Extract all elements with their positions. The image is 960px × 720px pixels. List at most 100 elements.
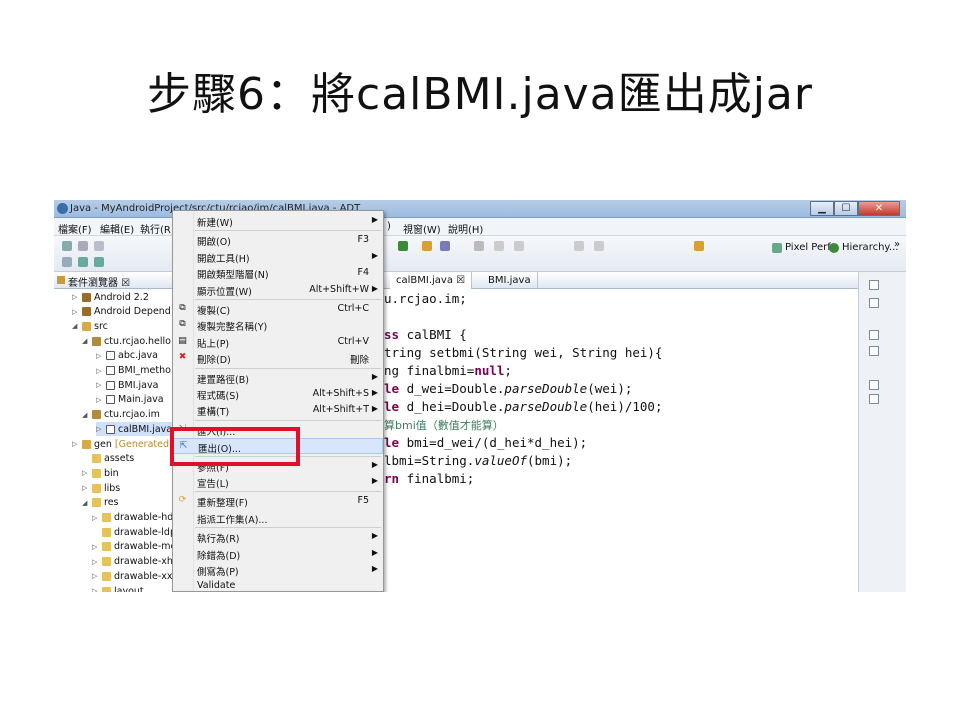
tree-expander-icon[interactable]: ▷ [82, 484, 89, 492]
console-icon[interactable] [869, 394, 879, 404]
tree-item[interactable]: ▷ abc.java [96, 349, 158, 363]
menu-item[interactable]: 開啟(O) F3 [173, 232, 383, 248]
tree-item[interactable]: assets [82, 452, 134, 466]
tree-expander-icon[interactable]: ▷ [72, 308, 79, 316]
new-icon[interactable] [62, 241, 72, 251]
format-icon[interactable] [514, 241, 524, 251]
menu-item[interactable]: ✖ 刪除(D) 刪除 [173, 350, 383, 367]
menu-run[interactable]: 執行(R) [140, 221, 175, 236]
menu-item[interactable]: ⧉ 複製(C) Ctrl+C [173, 301, 383, 317]
step-icon[interactable] [574, 241, 584, 251]
menu-item[interactable]: 側寫為(P) ▶ [173, 562, 383, 578]
tree-expander-icon[interactable]: ▷ [92, 572, 99, 580]
tree-item[interactable]: ▷ gen [Generated [72, 437, 169, 451]
tool-icon[interactable] [440, 241, 450, 251]
debug-icon[interactable] [422, 241, 432, 251]
run-icon[interactable] [398, 241, 408, 251]
tree-item[interactable]: ◢ res [82, 496, 119, 510]
toolbar-overflow[interactable]: » [894, 239, 900, 250]
javadoc-icon[interactable] [869, 346, 879, 356]
tree-expander-icon[interactable]: ▷ [96, 367, 103, 375]
tree-item[interactable]: ▷ bin [82, 466, 119, 480]
tree-item[interactable]: ▷ drawable-mc [92, 540, 176, 554]
restore-icon[interactable] [869, 330, 879, 340]
tree-item[interactable]: ▷ BMI.java [96, 378, 158, 392]
perspective-hierarchy[interactable]: Hierarchy... [829, 242, 898, 253]
menu-fragment[interactable]: ) [387, 221, 391, 232]
tree-item[interactable]: ▷ Android 2.2 [72, 290, 149, 304]
forward-icon[interactable] [94, 257, 104, 267]
menu-file[interactable]: 檔案(F) [58, 221, 92, 236]
tree-expander-icon[interactable]: ▷ [92, 514, 99, 522]
menu-item[interactable]: 指派工作集(A)... [173, 510, 383, 526]
tree-item[interactable]: ▷ libs [82, 481, 120, 495]
menu-item[interactable]: Validate [173, 578, 383, 592]
menu-item[interactable]: ⟳ 重新整理(F) F5 [173, 493, 383, 509]
tree-expander-icon[interactable]: ▷ [92, 587, 99, 592]
tree-expander-icon[interactable]: ◢ [72, 322, 79, 330]
tree-item[interactable]: ▷ Android Depend [72, 305, 171, 319]
tree-expander-icon[interactable]: ▷ [96, 381, 103, 389]
tree-expander-icon[interactable]: ◢ [82, 337, 89, 345]
annotation-icon[interactable] [494, 241, 504, 251]
tree-item[interactable]: ▷ Main.java [96, 393, 164, 407]
tree-item[interactable]: ◢ ctu.rcjao.hello [82, 334, 171, 348]
tree-expander-icon[interactable]: ▷ [82, 469, 89, 477]
tree-expander-icon[interactable]: ▷ [72, 440, 79, 448]
tab-bmi[interactable]: BMI.java [482, 272, 538, 289]
tree-expander-icon[interactable]: ▷ [72, 293, 79, 301]
outline-icon[interactable] [869, 298, 879, 308]
menu-item[interactable]: 顯示位置(W) Alt+Shift+W ▶ [173, 282, 383, 298]
menu-item[interactable]: 除錯為(D) ▶ [173, 546, 383, 562]
tree-expander-icon[interactable]: ▷ [92, 558, 99, 566]
menu-item[interactable]: 程式碼(S) Alt+Shift+S ▶ [173, 386, 383, 402]
menu-item[interactable]: 建置路徑(B) ▶ [173, 370, 383, 386]
menu-item[interactable]: ▤ 貼上(P) Ctrl+V [173, 334, 383, 350]
tree-expander-icon[interactable]: ◢ [82, 499, 89, 507]
tree-item-label: drawable-xhc [114, 556, 179, 568]
magic-icon[interactable] [694, 241, 704, 251]
tree-expander-icon[interactable]: ▷ [96, 425, 103, 433]
menu-item[interactable]: 新建(W) ▶ [173, 213, 383, 229]
tree-item[interactable]: ◢ src [72, 319, 108, 333]
tree-expander-icon[interactable]: ▷ [96, 396, 103, 404]
tree-item[interactable]: ▷ drawable-hdp [92, 511, 179, 525]
search-tool-icon[interactable] [474, 241, 484, 251]
code-area[interactable]: u.rcjao.im; ss calBMI {tring setbmi(Strin… [384, 290, 858, 488]
menu-window[interactable]: 視窗(W) [403, 221, 441, 236]
copy-icon: ⧉ [179, 303, 186, 313]
close-button[interactable]: ✕ [858, 201, 900, 216]
tab-calbmi[interactable]: calBMI.java ☒ [390, 272, 473, 289]
editor-tab-label: BMI.java [488, 275, 531, 286]
menu-edit[interactable]: 編輯(E) [100, 221, 134, 236]
tree-item[interactable]: drawable-ldp [92, 525, 176, 539]
menu-item[interactable]: 開啟類型階層(N) F4 [173, 265, 383, 281]
tree-expander-icon[interactable]: ◢ [82, 411, 89, 419]
tree-expander-icon[interactable]: ▷ [92, 543, 99, 551]
nav-icon[interactable] [62, 257, 72, 267]
menu-item[interactable]: 開啟工具(H) ▶ [173, 249, 383, 265]
step-over-icon[interactable] [594, 241, 604, 251]
editor-tabs: calBMI.java ☒ BMI.java [384, 272, 858, 289]
panel-icon[interactable] [869, 380, 879, 390]
tree-expander-icon[interactable]: ▷ [96, 352, 103, 360]
minimize-button[interactable]: ▁ [810, 201, 834, 216]
explorer-tab[interactable]: 套件瀏覽器 ☒ [54, 272, 174, 289]
tree-item[interactable]: ▷ calBMI.java [96, 422, 173, 437]
tree-item[interactable]: ▷ drawable-xhc [92, 555, 178, 569]
tree-item[interactable]: ▷ BMI_metho [96, 364, 171, 378]
back-icon[interactable] [78, 257, 88, 267]
menu-item[interactable]: 執行為(R) ▶ [173, 529, 383, 545]
menu-help[interactable]: 說明(H) [448, 221, 483, 236]
save-all-icon[interactable] [94, 241, 104, 251]
tree-item[interactable]: ▷ drawable-xxh [92, 569, 179, 583]
save-icon[interactable] [78, 241, 88, 251]
menu-item[interactable]: 重構(T) Alt+Shift+T ▶ [173, 402, 383, 418]
maximize-panel-icon[interactable] [869, 280, 879, 290]
menu-item[interactable]: 宣告(L) ▶ [173, 474, 383, 490]
menu-item[interactable]: ⧉ 複製完整名稱(Y) [173, 317, 383, 334]
maximize-button[interactable]: ☐ [834, 201, 858, 216]
package-explorer-icon [57, 276, 65, 284]
tree-item[interactable]: ▷ layout [92, 584, 144, 592]
tree-item[interactable]: ◢ ctu.rcjao.im [82, 408, 160, 422]
